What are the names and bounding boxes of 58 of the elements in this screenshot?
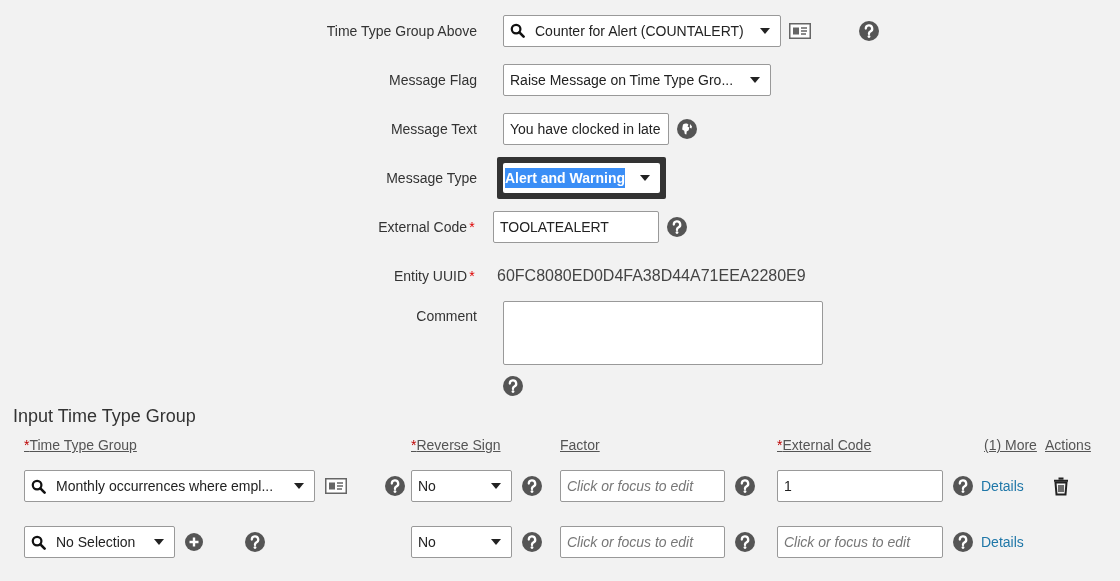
column-header[interactable]: *Time Type Group bbox=[24, 437, 137, 453]
required-asterisk: * bbox=[468, 218, 476, 235]
search-icon bbox=[31, 534, 46, 550]
lookup-select[interactable]: No Selection bbox=[24, 526, 175, 558]
help-icon[interactable] bbox=[522, 532, 542, 552]
delete-icon[interactable] bbox=[1053, 476, 1069, 496]
help-icon[interactable] bbox=[385, 476, 405, 496]
factor-field[interactable]: Click or focus to edit bbox=[560, 526, 725, 558]
caret-icon bbox=[154, 539, 164, 545]
dropdown-select[interactable]: Raise Message on Time Type Gro... bbox=[503, 63, 771, 96]
help-icon[interactable] bbox=[953, 476, 973, 496]
field-label: Message Flag bbox=[389, 71, 477, 88]
external-code-field[interactable]: 1 bbox=[777, 470, 943, 502]
field-label: Message Text bbox=[390, 120, 477, 137]
search-icon bbox=[510, 23, 525, 38]
column-header[interactable]: (1) More bbox=[984, 437, 1037, 453]
required-asterisk: * bbox=[468, 267, 476, 284]
caret-icon bbox=[750, 76, 760, 83]
comment-field[interactable] bbox=[503, 301, 823, 365]
caret-icon bbox=[640, 174, 650, 181]
help-icon[interactable] bbox=[735, 476, 755, 496]
field-label: Comment bbox=[416, 308, 477, 324]
column-header[interactable]: *Reverse Sign bbox=[411, 437, 501, 453]
caret-icon bbox=[294, 483, 304, 489]
search-icon bbox=[31, 478, 46, 494]
column-header[interactable]: Actions bbox=[1045, 437, 1091, 453]
field-value: 60FC8080ED0D4FA38D44A71EEA2280E9 bbox=[496, 266, 806, 285]
help-icon[interactable] bbox=[859, 20, 879, 41]
details-link[interactable]: Details bbox=[981, 534, 1024, 550]
factor-field[interactable]: Click or focus to edit bbox=[560, 470, 725, 502]
caret-icon bbox=[491, 483, 501, 489]
card-icon[interactable] bbox=[325, 478, 347, 494]
help-icon[interactable] bbox=[522, 476, 542, 496]
add-icon[interactable] bbox=[185, 533, 203, 551]
details-link[interactable]: Details bbox=[981, 478, 1024, 494]
help-icon[interactable] bbox=[953, 532, 973, 552]
column-header[interactable]: Factor bbox=[560, 437, 600, 453]
help-icon[interactable] bbox=[245, 532, 265, 552]
field-label: External Code bbox=[378, 218, 467, 235]
external-code-field[interactable]: Click or focus to edit bbox=[777, 526, 943, 558]
caret-icon bbox=[491, 539, 501, 545]
card-icon[interactable] bbox=[789, 22, 811, 39]
dropdown-select[interactable]: No bbox=[411, 470, 512, 502]
field-label: Entity UUID bbox=[393, 267, 467, 284]
lookup-select[interactable]: Counter for Alert (COUNTALERT) bbox=[503, 14, 781, 47]
field-label: Time Type Group Above bbox=[326, 22, 477, 39]
help-icon[interactable] bbox=[735, 532, 755, 552]
globe-icon[interactable] bbox=[677, 118, 697, 139]
caret-icon bbox=[760, 27, 770, 34]
dropdown-select[interactable]: No bbox=[411, 526, 512, 558]
help-icon[interactable] bbox=[667, 216, 687, 237]
column-header[interactable]: *External Code bbox=[777, 437, 872, 453]
text-field[interactable]: TOOLATEALERT bbox=[493, 210, 659, 243]
field-label: Message Type bbox=[386, 169, 477, 186]
help-icon[interactable] bbox=[503, 376, 523, 396]
section-title: Input Time Type Group bbox=[13, 406, 196, 427]
text-field[interactable]: You have clocked in late bbox=[503, 112, 669, 145]
lookup-select[interactable]: Monthly occurrences where empl... bbox=[24, 470, 315, 502]
